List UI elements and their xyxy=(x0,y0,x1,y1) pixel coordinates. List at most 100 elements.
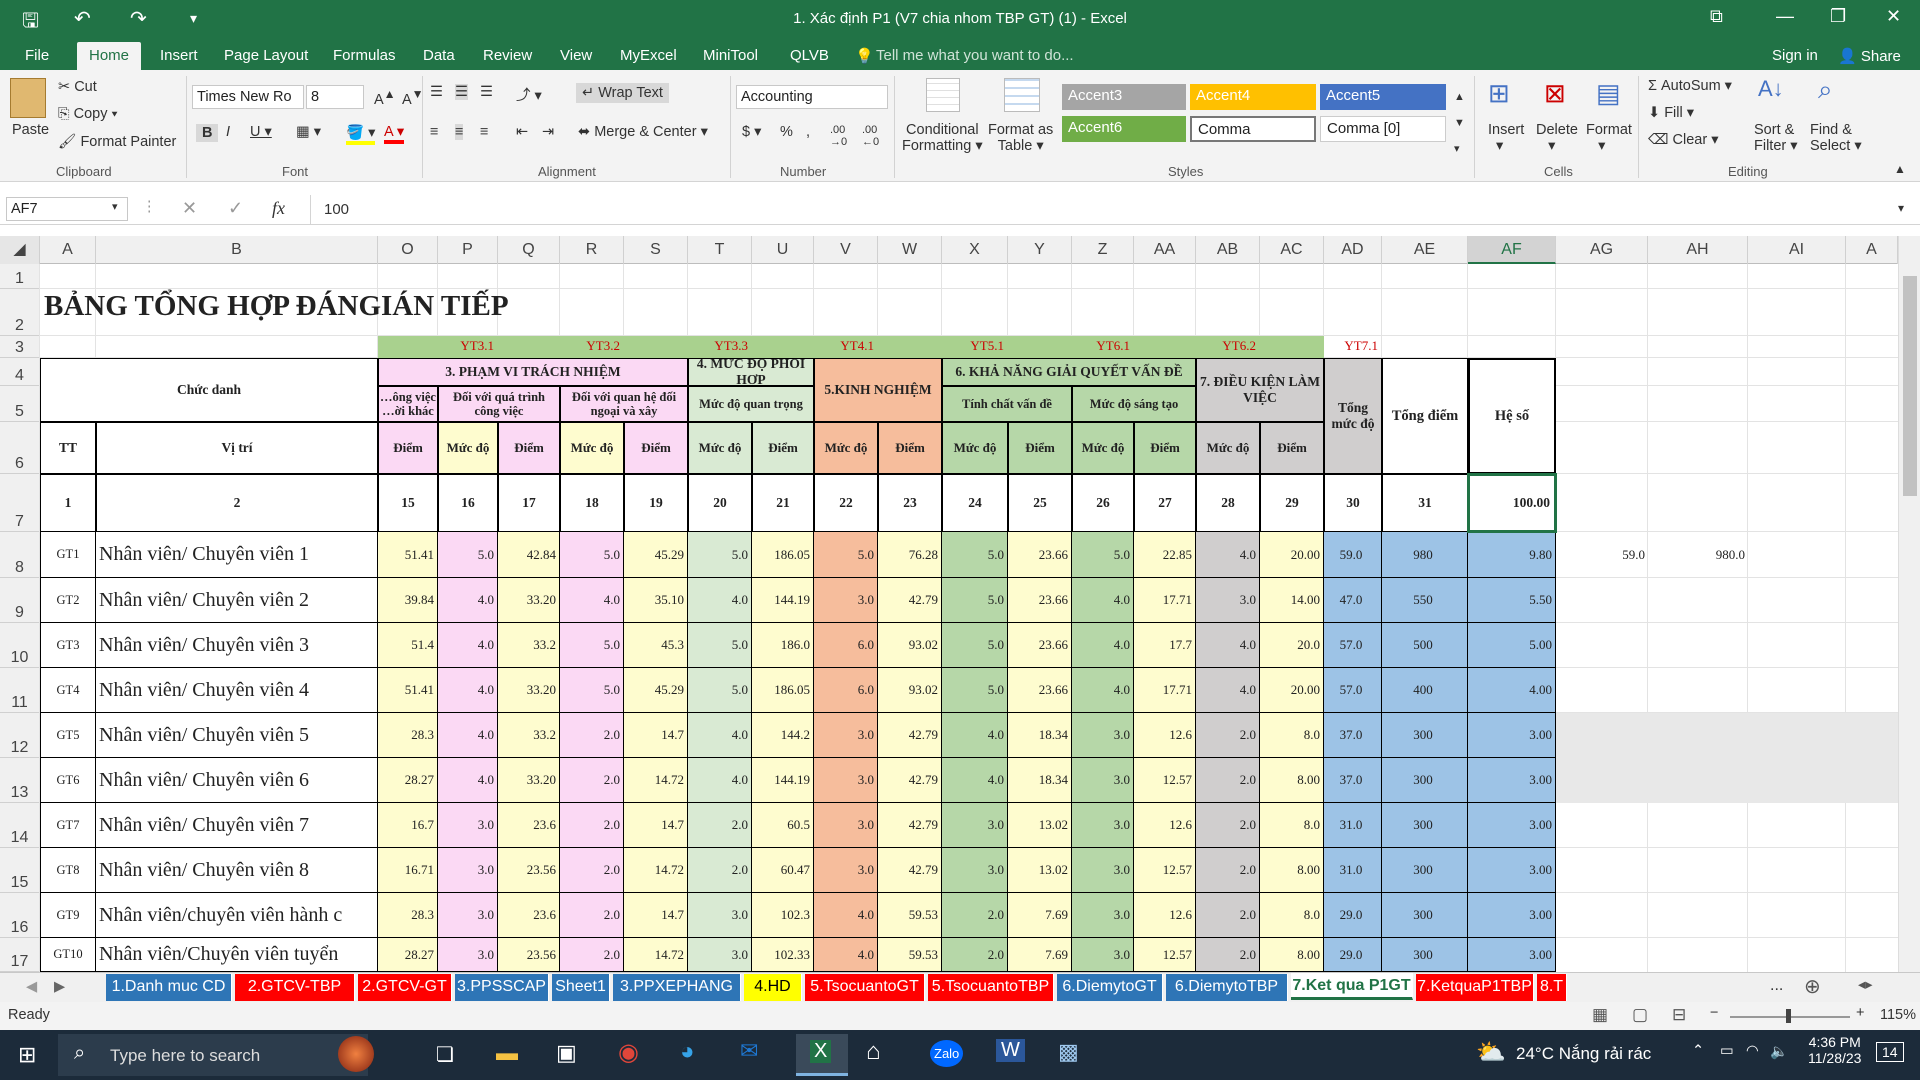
sheet-tab[interactable]: 1.Danh muc CD xyxy=(106,974,232,1001)
format-as-table-button[interactable]: Format as Table ▾ xyxy=(988,122,1053,154)
value-cell[interactable]: 93.02 xyxy=(878,668,942,713)
value-cell[interactable]: 35.10 xyxy=(624,578,688,623)
value-cell[interactable]: 2.0 xyxy=(560,713,624,758)
store-icon[interactable]: ▣ xyxy=(556,1040,577,1066)
value-cell[interactable]: 5.0 xyxy=(942,532,1008,578)
value-cell[interactable]: 102.33 xyxy=(752,938,814,972)
value-cell[interactable]: 14.7 xyxy=(624,893,688,938)
column-header[interactable]: AD xyxy=(1324,236,1382,264)
column-header[interactable]: AC xyxy=(1260,236,1324,264)
italic-button[interactable]: I xyxy=(226,124,230,140)
value-cell[interactable]: 186.05 xyxy=(752,668,814,713)
value-cell[interactable]: 42.79 xyxy=(878,848,942,893)
column-header[interactable]: AI xyxy=(1748,236,1846,264)
fill-button[interactable]: ⬇ Fill ▾ xyxy=(1648,105,1694,121)
value-cell[interactable]: 16.71 xyxy=(378,848,438,893)
orientation-icon[interactable]: ⤴ ▾ xyxy=(516,84,542,105)
value-cell[interactable]: 4.0 xyxy=(438,623,498,668)
value-cell[interactable]: 3.0 xyxy=(1072,938,1134,972)
battery-icon[interactable]: ▭ xyxy=(1720,1043,1734,1059)
value-cell[interactable]: 300 xyxy=(1382,758,1468,803)
close-icon[interactable]: ✕ xyxy=(1886,6,1901,27)
value-cell[interactable]: 31.0 xyxy=(1324,803,1382,848)
fill-color-icon[interactable]: 🪣 ▾ xyxy=(346,124,376,145)
column-header[interactable]: AE xyxy=(1382,236,1468,264)
tab-file[interactable]: File xyxy=(25,47,49,64)
value-cell[interactable]: 59.0 xyxy=(1324,532,1382,578)
row-header[interactable]: 7 xyxy=(0,474,40,532)
value-cell[interactable]: 23.56 xyxy=(498,848,560,893)
value-cell[interactable]: 28.3 xyxy=(378,713,438,758)
value-cell[interactable]: 3.0 xyxy=(814,803,878,848)
value-cell[interactable]: 300 xyxy=(1382,938,1468,972)
position-cell[interactable]: Nhân viên/ Chuyên viên 3 xyxy=(96,623,378,668)
value-cell[interactable]: 51.41 xyxy=(378,532,438,578)
value-cell[interactable]: 4.0 xyxy=(814,893,878,938)
column-header[interactable]: A xyxy=(1846,236,1898,264)
align-right-icon[interactable]: ≡ xyxy=(480,124,488,140)
value-cell[interactable]: 42.79 xyxy=(878,578,942,623)
value-cell[interactable]: 12.57 xyxy=(1134,758,1196,803)
value-cell[interactable]: 3.0 xyxy=(814,758,878,803)
value-cell[interactable]: 23.6 xyxy=(498,803,560,848)
value-cell[interactable]: 5.00 xyxy=(1468,623,1556,668)
tab-home[interactable]: Home xyxy=(77,42,142,70)
align-top-icon[interactable]: ☰ xyxy=(430,84,443,100)
value-cell[interactable]: 28.3 xyxy=(378,893,438,938)
value-cell[interactable]: 39.84 xyxy=(378,578,438,623)
value-cell[interactable]: 4.0 xyxy=(1196,532,1260,578)
column-header[interactable]: AG xyxy=(1556,236,1648,264)
value-cell[interactable]: 20.00 xyxy=(1260,668,1324,713)
value-cell[interactable]: 3.0 xyxy=(438,848,498,893)
outlook-icon[interactable]: ✉ xyxy=(740,1038,758,1064)
value-cell[interactable]: 13.02 xyxy=(1008,848,1072,893)
value-cell[interactable]: 4.0 xyxy=(688,758,752,803)
column-header[interactable]: AF xyxy=(1468,236,1556,264)
value-cell[interactable]: 4.0 xyxy=(942,758,1008,803)
value-cell[interactable]: 22.85 xyxy=(1134,532,1196,578)
row-header[interactable]: 1 xyxy=(0,264,40,289)
value-cell[interactable]: 14.72 xyxy=(624,938,688,972)
code-cell[interactable]: GT5 xyxy=(40,713,96,758)
edge-icon[interactable]: ◕ xyxy=(680,1038,695,1066)
tab-data[interactable]: Data xyxy=(423,47,455,64)
next-sheet-icon[interactable]: ▶ xyxy=(54,979,65,995)
row-header[interactable]: 6 xyxy=(0,422,40,474)
value-cell[interactable]: 60.47 xyxy=(752,848,814,893)
value-cell[interactable]: 400 xyxy=(1382,668,1468,713)
value-cell[interactable]: 5.0 xyxy=(942,623,1008,668)
value-cell[interactable]: 186.0 xyxy=(752,623,814,668)
value-cell[interactable]: 3.0 xyxy=(688,938,752,972)
value-cell[interactable]: 144.19 xyxy=(752,578,814,623)
value-cell[interactable]: 47.0 xyxy=(1324,578,1382,623)
share-button[interactable]: 👤 Share xyxy=(1838,47,1901,65)
value-cell[interactable]: 23.6 xyxy=(498,893,560,938)
format-cells-icon[interactable]: ▤ xyxy=(1596,78,1621,109)
value-cell[interactable]: 76.28 xyxy=(878,532,942,578)
value-cell[interactable]: 2.0 xyxy=(1196,893,1260,938)
new-sheet-icon[interactable]: ⊕ xyxy=(1804,974,1821,999)
position-cell[interactable]: Nhân viên/Chuyên viên tuyển xyxy=(96,938,378,972)
value-cell[interactable]: 8.00 xyxy=(1260,758,1324,803)
wrap-text-button[interactable]: ↵ Wrap Text xyxy=(576,83,669,103)
chrome-icon[interactable]: ◉ xyxy=(618,1038,639,1067)
value-cell[interactable]: 23.66 xyxy=(1008,578,1072,623)
value-cell[interactable]: 14.7 xyxy=(624,803,688,848)
code-cell[interactable]: GT4 xyxy=(40,668,96,713)
style-accent3[interactable]: Accent3 xyxy=(1062,84,1186,110)
value-cell[interactable]: 3.00 xyxy=(1468,803,1556,848)
style-accent6[interactable]: Accent6 xyxy=(1062,116,1186,142)
value-cell[interactable]: 3.0 xyxy=(1072,803,1134,848)
value-cell[interactable]: 17.71 xyxy=(1134,668,1196,713)
conditional-formatting-icon[interactable] xyxy=(926,78,960,112)
value-cell[interactable]: 20.0 xyxy=(1260,623,1324,668)
value-cell[interactable]: 18.34 xyxy=(1008,758,1072,803)
sheet-tab[interactable]: Sheet1 xyxy=(552,974,610,1001)
value-cell[interactable]: 5.0 xyxy=(942,578,1008,623)
value-cell[interactable]: 2.0 xyxy=(688,848,752,893)
value-cell[interactable]: 3.0 xyxy=(814,848,878,893)
value-cell[interactable]: 2.0 xyxy=(1196,758,1260,803)
merge-center-button[interactable]: ⬌ Merge & Center ▾ xyxy=(578,124,708,140)
row-header[interactable]: 12 xyxy=(0,713,40,758)
currency-icon[interactable]: $ ▾ xyxy=(742,124,761,140)
